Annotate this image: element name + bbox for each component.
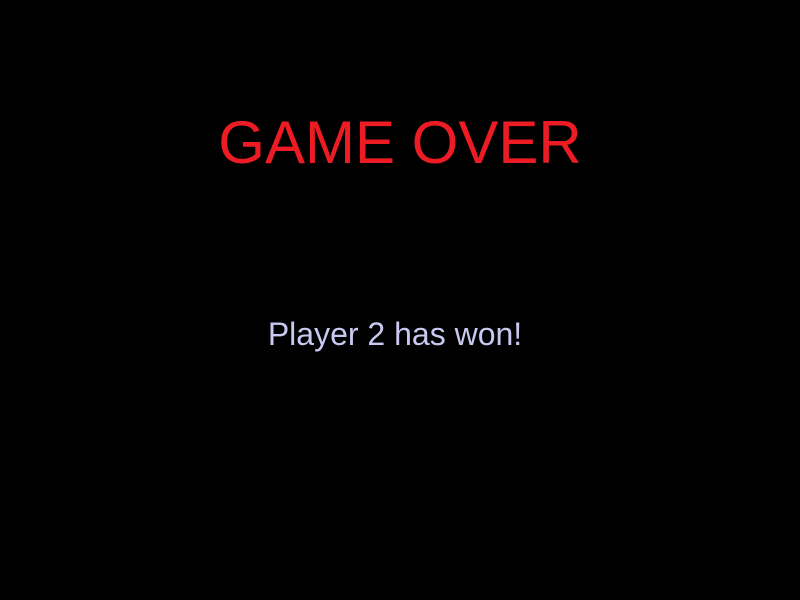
winner-message: Player 2 has won! [267, 316, 523, 352]
game-over-screen: GAME OVER Player 2 has won! [0, 0, 800, 600]
game-over-title: GAME OVER [218, 109, 582, 176]
